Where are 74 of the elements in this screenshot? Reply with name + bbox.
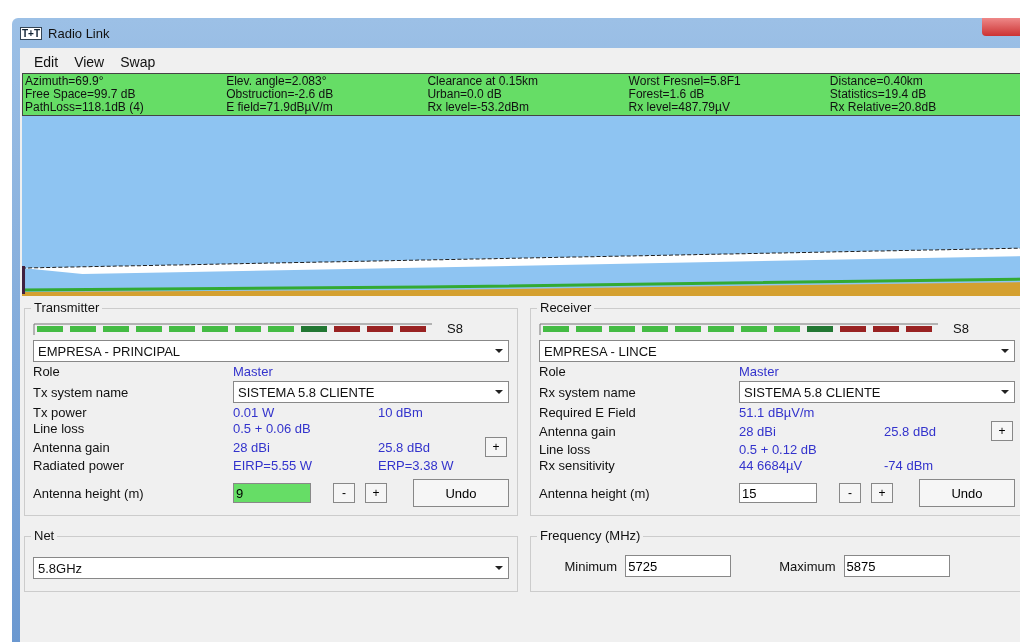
maximum-input[interactable]: 5875 [843, 555, 950, 577]
maximum-label: Maximum [779, 558, 836, 574]
site-dropdown[interactable]: EMPRESA - PRINCIPAL [33, 340, 509, 362]
signal-reading: S8 [953, 321, 969, 336]
menu-item[interactable]: Swap [120, 54, 156, 70]
info-cell-text: Distance=0.40km [828, 75, 924, 88]
system-dropdown[interactable]: SISTEMA 5.8 CLIENTE [233, 381, 509, 403]
field-label: Line loss [539, 442, 592, 457]
info-cell-text: Rx level=487.79µV [627, 101, 731, 114]
field-value: 28 dBi [739, 423, 777, 439]
info-cell-text: Obstruction=-2.6 dB [225, 88, 335, 101]
info-cell-text: Free Space=99.7 dB [24, 88, 137, 101]
field-label: Tx power [33, 405, 88, 420]
plus-button[interactable]: + [485, 437, 507, 457]
field-label: Antenna height (m) [33, 485, 145, 501]
info-cell-text: PathLoss=118.1dB (4) [24, 101, 145, 114]
info-cell-text: Forest=1.6 dB [627, 88, 706, 101]
info-cell-text: Elev. angle=2.083° [225, 75, 328, 88]
minus-button[interactable]: - [333, 483, 355, 503]
info-cell-text: Worst Fresnel=5.8F1 [627, 75, 742, 88]
field-label: Antenna height (m) [539, 485, 651, 501]
field-value: ERP=3.38 W [378, 458, 455, 473]
undo-button[interactable]: Undo [413, 479, 509, 507]
field-value: Master [739, 364, 780, 379]
window-title: Radio Link [48, 25, 110, 41]
field-label: Required E Field [539, 405, 637, 420]
site-dropdown[interactable]: EMPRESA - LINCE [539, 340, 1015, 362]
panel-title: Net [31, 528, 58, 543]
plus-button[interactable]: + [365, 483, 387, 503]
info-cell-text: E field=71.9dBµV/m [225, 101, 334, 114]
undo-button[interactable]: Undo [919, 479, 1015, 507]
net-dropdown[interactable]: 5.8GHz [33, 557, 509, 579]
plus-button[interactable]: + [871, 483, 893, 503]
panel-title: Frequency (MHz) [537, 528, 644, 543]
info-cell-text: Clearance at 0.15km [426, 75, 540, 88]
minimum-input[interactable]: 5725 [625, 555, 732, 577]
info-cell-text: Rx Relative=20.8dB [828, 101, 938, 114]
field-label: Rx sensitivity [539, 458, 616, 473]
field-value: 0.01 W [233, 405, 276, 420]
field-value: -74 dBm [884, 458, 935, 473]
system-dropdown[interactable]: SISTEMA 5.8 CLIENTE [739, 381, 1015, 403]
field-value: 0.5 + 0.12 dB [739, 442, 818, 457]
info-cell-text: Urban=0.0 dB [426, 88, 503, 101]
panel-title: Receiver [537, 300, 595, 315]
field-value: 10 dBm [378, 405, 424, 420]
field-value: Master [233, 364, 274, 379]
field-label: Tx system name [33, 384, 130, 400]
field-value: EIRP=5.55 W [233, 458, 314, 473]
menu-item[interactable]: View [74, 54, 105, 70]
field-value: 25.8 dBd [884, 423, 938, 439]
minus-button[interactable]: - [839, 483, 861, 503]
field-label: Radiated power [33, 458, 126, 473]
info-cell-text: Statistics=19.4 dB [828, 88, 928, 101]
info-cell-text: Rx level=-53.2dBm [426, 101, 531, 114]
minimum-label: Minimum [564, 558, 618, 574]
field-value: 0.5 + 0.06 dB [233, 421, 312, 436]
field-label: Role [33, 364, 61, 379]
panel-title: Transmitter [31, 300, 103, 315]
field-label: Role [539, 364, 567, 379]
plus-button[interactable]: + [991, 421, 1013, 441]
field-value: 51.1 dBµV/m [739, 405, 816, 420]
signal-reading: S8 [447, 321, 463, 336]
field-label: Line loss [33, 421, 86, 436]
field-value: 28 dBi [233, 439, 271, 455]
app-logo: T+T [20, 26, 43, 40]
height-input[interactable]: 15 [739, 483, 817, 503]
field-label: Antenna gain [539, 423, 617, 439]
field-label: Rx system name [539, 384, 637, 400]
menu-item[interactable]: Edit [34, 54, 59, 70]
info-cell-text: Azimuth=69.9° [24, 75, 105, 88]
height-input[interactable]: 9 [233, 483, 311, 503]
field-value: 25.8 dBd [378, 439, 432, 455]
field-label: Antenna gain [33, 439, 111, 455]
field-value: 44 6684µV [739, 458, 804, 473]
